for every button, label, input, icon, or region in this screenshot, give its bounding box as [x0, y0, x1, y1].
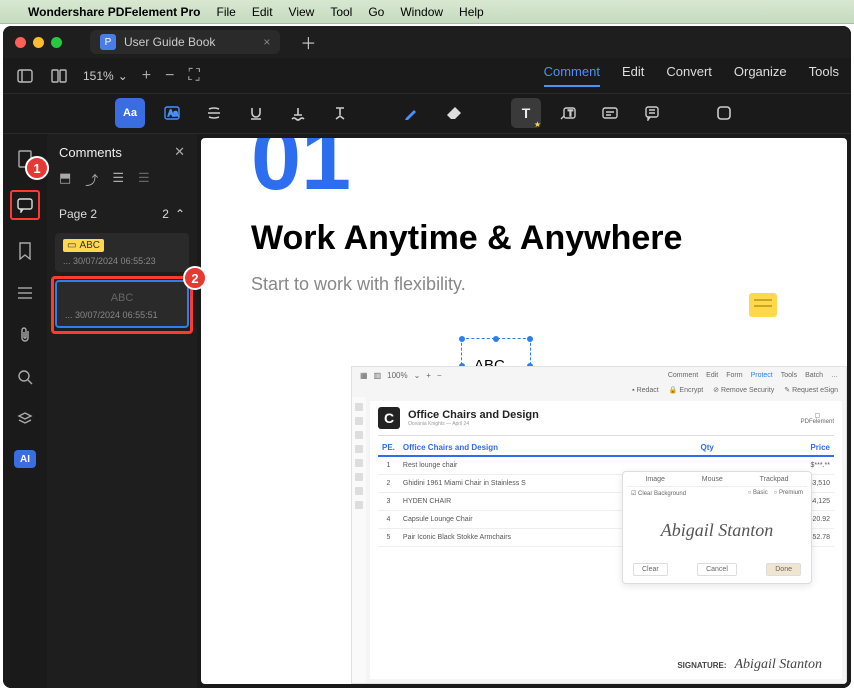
text-callout-icon[interactable]: T: [553, 98, 583, 128]
menu-tool[interactable]: Tool: [330, 5, 352, 19]
tab-title: User Guide Book: [124, 35, 215, 49]
page-subheading: Start to work with flexibility.: [251, 274, 797, 295]
layers-icon[interactable]: [14, 408, 36, 430]
minimize-window-icon[interactable]: [33, 37, 44, 48]
svg-text:T: T: [568, 109, 573, 118]
attachments-icon[interactable]: [14, 324, 36, 346]
marker-icon[interactable]: [397, 98, 427, 128]
squiggly-icon[interactable]: [283, 98, 313, 128]
comment-item[interactable]: ▭ ABC ... 30/07/2024 06:55:23: [55, 233, 189, 272]
shape-icon[interactable]: [709, 98, 739, 128]
zoom-out-button[interactable]: −: [165, 67, 174, 85]
signature-popup: ImageMouseTrackpad ☑ Clear Background○ B…: [622, 471, 812, 584]
comment-item[interactable]: ABC ... 30/07/2024 06:55:51: [55, 280, 189, 328]
fit-page-icon[interactable]: ⛶: [188, 67, 199, 85]
tab-convert[interactable]: Convert: [666, 64, 712, 87]
menu-help[interactable]: Help: [459, 5, 484, 19]
zoom-control[interactable]: 151% ⌄: [83, 69, 128, 83]
macos-menubar: Wondershare PDFelement Pro File Edit Vie…: [0, 0, 854, 24]
comment-text: ABC: [65, 292, 179, 304]
close-tab-icon[interactable]: ×: [263, 35, 270, 49]
menu-view[interactable]: View: [289, 5, 315, 19]
comments-panel: Comments ✕ ⬒ ⤴ ☰ ☰ 1 Page 2 2 ⌃ ▭ ABC ..…: [47, 134, 197, 688]
search-icon[interactable]: [14, 366, 36, 388]
close-panel-icon[interactable]: ✕: [174, 144, 185, 160]
import-comments-icon[interactable]: ⬒: [59, 170, 71, 189]
left-sidebar: AI: [3, 134, 47, 688]
outline-icon[interactable]: [14, 282, 36, 304]
sort-comments-icon[interactable]: ☰: [112, 170, 124, 189]
chevron-down-icon: ⌄: [118, 69, 128, 83]
document-viewport[interactable]: 01 Work Anytime & Anywhere Start to work…: [197, 134, 851, 688]
text-tool-icon[interactable]: T★: [511, 98, 541, 128]
embedded-app-image: ▦▥100%⌄+− CommentEdit FormProtect ToolsB…: [351, 366, 847, 684]
comments-sidebar-icon[interactable]: [10, 190, 40, 220]
underline-icon[interactable]: [241, 98, 271, 128]
text-box-icon[interactable]: [595, 98, 625, 128]
ai-button[interactable]: AI: [14, 450, 36, 468]
tab-comment[interactable]: Comment: [544, 64, 600, 87]
pdf-file-icon: P: [100, 34, 116, 50]
filter-comments-icon[interactable]: ☰: [138, 170, 150, 189]
menu-edit[interactable]: Edit: [252, 5, 273, 19]
page-label: Page 2: [59, 207, 97, 221]
tab-edit[interactable]: Edit: [622, 64, 644, 87]
zoom-value: 151%: [83, 69, 114, 83]
zoom-in-button[interactable]: +: [142, 67, 151, 85]
sidebar-toggle-icon[interactable]: [15, 67, 35, 85]
annotation-toolbar: Aa Aa T★ T: [3, 94, 851, 134]
tab-tools[interactable]: Tools: [809, 64, 839, 87]
strikethrough-icon[interactable]: [199, 98, 229, 128]
menu-file[interactable]: File: [217, 5, 236, 19]
maximize-window-icon[interactable]: [51, 37, 62, 48]
caret-icon[interactable]: [325, 98, 355, 128]
close-window-icon[interactable]: [15, 37, 26, 48]
chapter-number: 01: [251, 138, 797, 191]
menu-window[interactable]: Window: [400, 5, 443, 19]
traffic-lights: [15, 37, 62, 48]
tab-organize[interactable]: Organize: [734, 64, 787, 87]
app-name[interactable]: Wondershare PDFelement Pro: [28, 5, 201, 19]
comment-timestamp: ... 30/07/2024 06:55:51: [65, 310, 179, 320]
pdf-page: 01 Work Anytime & Anywhere Start to work…: [201, 138, 847, 684]
svg-text:Aa: Aa: [168, 109, 178, 118]
sticky-note-icon[interactable]: [749, 293, 777, 317]
document-tab[interactable]: P User Guide Book ×: [90, 30, 280, 54]
chevron-up-icon: ⌃: [175, 207, 185, 221]
area-highlight-icon[interactable]: Aa: [157, 98, 187, 128]
eraser-icon[interactable]: [439, 98, 469, 128]
highlight-badge-icon: ▭ ABC: [63, 239, 104, 252]
page-view-icon[interactable]: [49, 67, 69, 85]
comments-page-header[interactable]: Page 2 2 ⌃: [47, 199, 197, 229]
app-window: P User Guide Book × ＋ 151% ⌄ + − ⛶ Comme…: [3, 26, 851, 688]
main-tabs: Comment Edit Convert Organize Tools: [544, 64, 839, 87]
comment-count: 2: [162, 207, 169, 221]
note-icon[interactable]: [637, 98, 667, 128]
callout-marker-2: 2: [183, 266, 207, 290]
titlebar: P User Guide Book × ＋: [3, 26, 851, 58]
highlight-text-icon[interactable]: Aa: [115, 98, 145, 128]
menu-go[interactable]: Go: [368, 5, 384, 19]
export-comments-icon[interactable]: ⤴: [85, 170, 98, 189]
top-toolbar: 151% ⌄ + − ⛶ Comment Edit Convert Organi…: [3, 58, 851, 94]
callout-marker-1: 1: [25, 156, 49, 180]
new-tab-button[interactable]: ＋: [300, 30, 316, 54]
page-heading: Work Anytime & Anywhere: [251, 219, 797, 258]
comments-title: Comments: [59, 145, 122, 160]
comment-timestamp: ... 30/07/2024 06:55:23: [63, 256, 181, 266]
bookmarks-icon[interactable]: [14, 240, 36, 262]
